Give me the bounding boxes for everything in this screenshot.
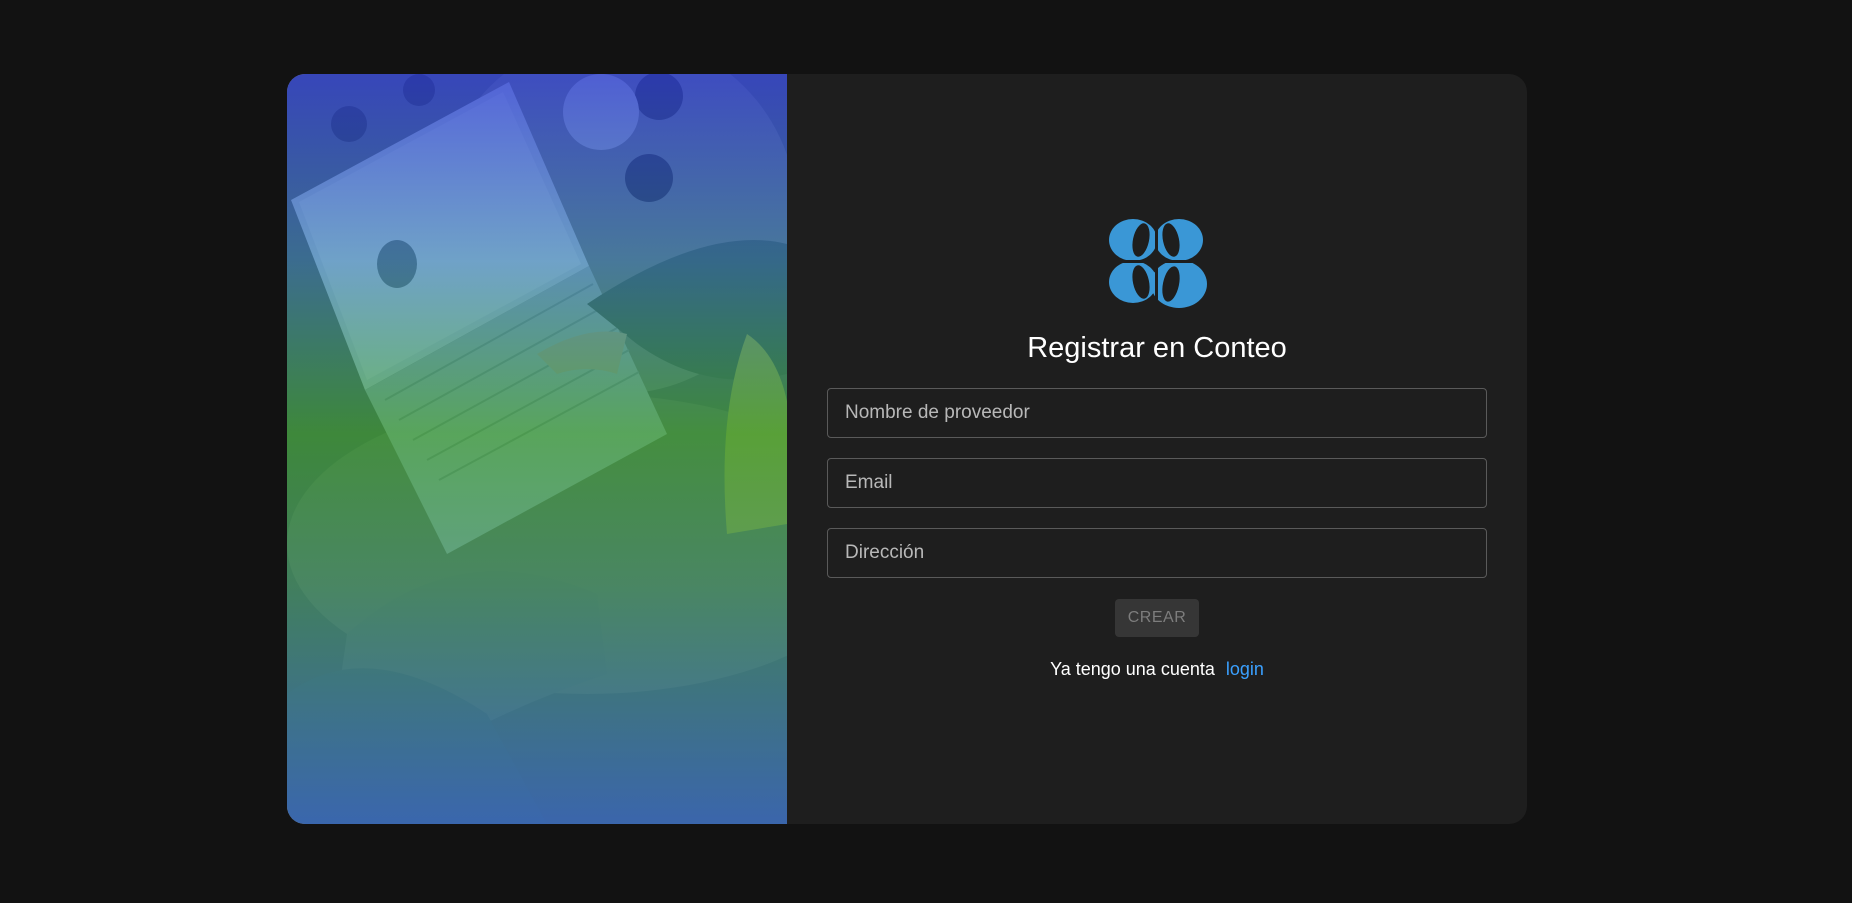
login-prompt: Ya tengo una cuenta login [1050,659,1264,680]
create-button[interactable]: CREAR [1115,599,1199,637]
register-card: Registrar en Conteo CREAR Ya tengo una c… [287,74,1527,824]
login-link[interactable]: login [1226,659,1264,679]
register-form [827,388,1487,578]
email-input[interactable] [827,458,1487,508]
clover-logo-icon [1109,219,1207,308]
address-input[interactable] [827,528,1487,578]
hero-image [287,74,787,824]
register-panel: Registrar en Conteo CREAR Ya tengo una c… [787,74,1527,824]
provider-name-input[interactable] [827,388,1487,438]
hero-gradient-overlay [287,74,787,824]
page-title: Registrar en Conteo [1027,332,1287,364]
login-prompt-text: Ya tengo una cuenta [1050,659,1215,679]
